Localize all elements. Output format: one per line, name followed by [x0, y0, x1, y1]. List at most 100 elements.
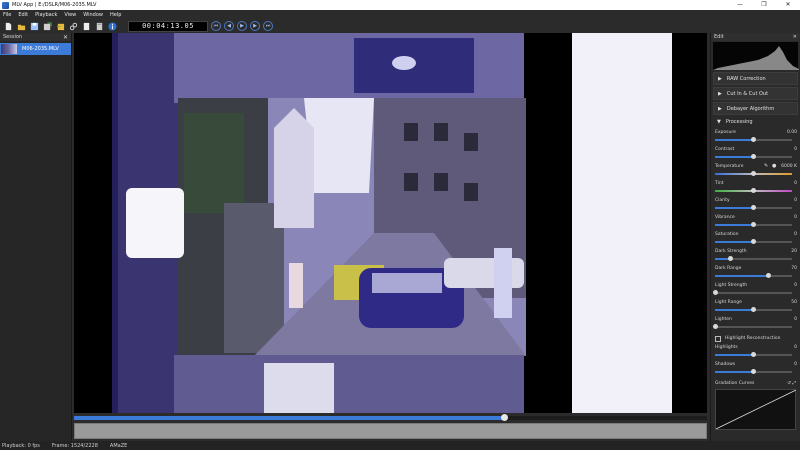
window-controls: — ❐ ✕	[728, 0, 800, 10]
minimize-button[interactable]: —	[728, 0, 752, 10]
slider-handle[interactable]	[751, 239, 756, 244]
slider-track[interactable]	[715, 137, 792, 142]
chevron-right-icon: ▶	[718, 105, 722, 112]
menu-window[interactable]: Window	[83, 12, 103, 18]
slider-fill	[715, 309, 754, 311]
menu-edit[interactable]: Edit	[18, 12, 28, 18]
maximize-button[interactable]: ❐	[752, 0, 776, 10]
slider-handle[interactable]	[751, 171, 756, 176]
slider-vibrance[interactable]: Vibrance 0	[711, 214, 800, 231]
timeline-clip-bar[interactable]	[74, 423, 707, 439]
copy-icon[interactable]	[81, 21, 91, 31]
open-folder-icon[interactable]	[16, 21, 26, 31]
new-session-icon[interactable]	[3, 21, 13, 31]
slider-label: Light Strength	[715, 283, 748, 288]
menu-view[interactable]: View	[64, 12, 76, 18]
slider-track[interactable]	[715, 352, 792, 357]
skip-start-icon[interactable]: ⏮	[211, 21, 221, 31]
link-icon[interactable]	[68, 21, 78, 31]
slider-dark-range[interactable]: Dark Range 70	[711, 265, 800, 282]
timeline-handle[interactable]	[501, 414, 509, 421]
slider-clarity[interactable]: Clarity 0	[711, 197, 800, 214]
session-panel: Session ✕ M06-2035.MLV	[0, 33, 72, 441]
slider-fill	[715, 224, 754, 226]
slider-handle[interactable]	[751, 205, 756, 210]
curve-line	[715, 389, 797, 430]
gradation-curve-editor[interactable]	[715, 389, 797, 430]
slider-track[interactable]	[715, 307, 792, 312]
section-debayer-algorithm[interactable]: ▶ Debayer Algorithm	[713, 102, 798, 115]
slider-track[interactable]	[715, 256, 792, 261]
slider-track[interactable]	[715, 222, 792, 227]
video-viewer[interactable]	[74, 33, 707, 413]
section-cut-in-cut-out[interactable]: ▶ Cut In & Cut Out	[713, 87, 798, 100]
info-icon[interactable]	[107, 21, 117, 31]
slider-highlights[interactable]: Highlights 0	[711, 344, 800, 361]
edit-close-icon[interactable]: ✕	[793, 34, 797, 40]
slider-track[interactable]	[712, 324, 792, 329]
slider-track[interactable]	[715, 154, 792, 159]
slider-track[interactable]	[712, 290, 792, 295]
session-clip-item[interactable]: M06-2035.MLV	[0, 43, 71, 55]
slider-handle[interactable]	[751, 188, 756, 193]
section-label: Processing	[725, 119, 753, 125]
export-icon[interactable]	[42, 21, 52, 31]
menu-file[interactable]: File	[3, 12, 11, 18]
slider-tint[interactable]: Tint 0	[711, 180, 800, 197]
slider-label: Highlights	[715, 345, 738, 350]
slider-shadows[interactable]: Shadows 0	[711, 361, 800, 378]
slider-fill	[715, 354, 754, 356]
close-button[interactable]: ✕	[776, 0, 800, 10]
timeline-slider[interactable]	[74, 414, 707, 421]
slider-track[interactable]	[715, 188, 792, 193]
title-bar: MLV App | E:/DSLR/M06-2035.MLV — ❐ ✕	[0, 0, 800, 10]
slider-track[interactable]	[715, 205, 792, 210]
slider-handle[interactable]	[751, 369, 756, 374]
slider-handle[interactable]	[751, 137, 756, 142]
menu-help[interactable]: Help	[110, 12, 121, 18]
import-icon[interactable]	[55, 21, 65, 31]
slider-exposure[interactable]: Exposure 0.00	[711, 129, 800, 146]
edit-title: Edit	[714, 34, 724, 40]
slider-dark-strength[interactable]: Dark Strength 20	[711, 248, 800, 265]
slider-saturation[interactable]: Saturation 0	[711, 231, 800, 248]
skip-end-icon[interactable]: ⏭	[263, 21, 273, 31]
step-back-icon[interactable]: ◀	[224, 21, 234, 31]
section-processing[interactable]: ▼ Processing	[713, 117, 798, 127]
slider-track[interactable]	[715, 171, 792, 176]
slider-handle[interactable]	[712, 324, 718, 329]
section-label: Debayer Algorithm	[726, 105, 775, 112]
paste-icon[interactable]	[94, 21, 104, 31]
slider-handle[interactable]	[751, 154, 756, 159]
slider-contrast[interactable]: Contrast 0	[711, 146, 800, 163]
slider-handle[interactable]	[751, 307, 756, 312]
slider-handle[interactable]	[712, 290, 718, 295]
highlight-reconstruction-checkbox[interactable]: Highlight Reconstruction	[711, 333, 800, 344]
session-close-icon[interactable]: ✕	[63, 34, 68, 41]
save-icon[interactable]	[29, 21, 39, 31]
timecode-display: 00:04:13.05	[128, 20, 208, 32]
checkbox-box[interactable]	[715, 335, 721, 342]
slider-track[interactable]	[715, 239, 792, 244]
curve-reset-icon[interactable]: ↺ ⤢	[787, 380, 796, 386]
slider-track[interactable]	[715, 273, 792, 278]
step-forward-icon[interactable]: ▶	[250, 21, 260, 31]
menu-playback[interactable]: Playback	[35, 12, 57, 18]
slider-handle[interactable]	[766, 273, 772, 278]
chevron-right-icon: ▶	[718, 90, 722, 97]
eyedropper-icon[interactable]: ✎	[764, 163, 770, 169]
clip-name: M06-2035.MLV	[22, 46, 59, 52]
slider-handle[interactable]	[727, 256, 733, 261]
slider-light-range[interactable]: Light Range 50	[711, 299, 800, 316]
section-raw-correction[interactable]: ▶ RAW Correction	[713, 72, 798, 85]
slider-handle[interactable]	[751, 222, 756, 227]
slider-lighten[interactable]: Lighten 0	[711, 316, 800, 333]
play-icon[interactable]: ▶	[237, 21, 247, 31]
slider-track[interactable]	[715, 369, 792, 374]
status-frame: Frame: 1524/2228	[51, 442, 98, 449]
slider-temperature[interactable]: Temperature ✎ ● 6000 K	[711, 163, 800, 180]
slider-value: 0	[794, 317, 797, 322]
slider-handle[interactable]	[751, 352, 756, 357]
white-balance-icon[interactable]: ●	[772, 163, 778, 169]
slider-light-strength[interactable]: Light Strength 0	[711, 282, 800, 299]
